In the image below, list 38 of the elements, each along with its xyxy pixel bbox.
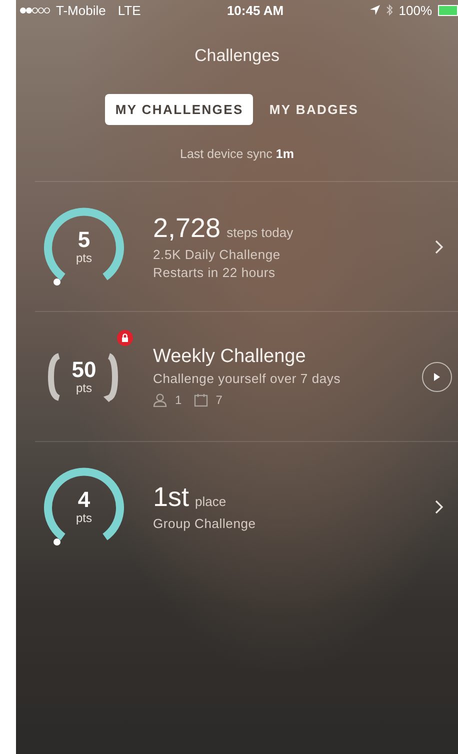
- challenge-value-unit: steps today: [226, 225, 294, 240]
- carrier-name: T-Mobile: [56, 2, 106, 18]
- challenge-value-unit: place: [195, 494, 226, 509]
- person-icon: [153, 393, 167, 407]
- challenge-detail: Group Challenge: [153, 516, 257, 531]
- play-button[interactable]: [422, 362, 452, 392]
- points-value: 5: [78, 228, 90, 250]
- bluetooth-icon: [386, 4, 393, 16]
- participant-count: 1: [175, 393, 182, 407]
- points-unit: pts: [76, 510, 92, 524]
- challenge-title: Weekly Challenge: [153, 346, 307, 368]
- points-value: 4: [78, 488, 90, 510]
- chevron-right-icon[interactable]: [434, 238, 444, 254]
- challenge-row[interactable]: 5 pts 2,728 steps today 2.5K Daily Challenge Restarts in 22 hours: [35, 181, 458, 311]
- screen-title: Challenges: [193, 46, 281, 66]
- points-value: 50: [72, 358, 96, 380]
- location-arrow-icon: [370, 5, 380, 15]
- signal-icon: [20, 6, 50, 14]
- play-icon: [433, 372, 441, 382]
- challenge-subtitle: Challenge yourself over 7 days: [153, 371, 342, 386]
- network-type: LTE: [118, 2, 141, 18]
- challenge-value: 2,728: [153, 213, 221, 244]
- sync-status: Last device sync 1m: [179, 147, 295, 161]
- points-unit: pts: [76, 250, 92, 264]
- calendar-icon: [194, 393, 208, 407]
- challenge-detail: 2.5K Daily Challenge: [153, 247, 282, 262]
- challenge-row[interactable]: 4 pts 1st place Group Challenge: [35, 441, 458, 571]
- chevron-right-icon[interactable]: [434, 498, 444, 514]
- tab[interactable]: MY CHALLENGES: [105, 94, 254, 125]
- challenge-row[interactable]: 50 pts Weekly Challenge Challenge yourself over 7 days 1 7: [35, 311, 458, 441]
- battery-percent: 100%: [398, 2, 432, 18]
- battery-icon: [438, 4, 458, 16]
- challenge-detail: Restarts in 22 hours: [153, 265, 276, 280]
- challenge-value: 1st: [153, 482, 190, 513]
- status-time: 10:45 AM: [226, 2, 284, 18]
- day-count: 7: [216, 393, 222, 407]
- tab[interactable]: MY BADGES: [259, 94, 369, 125]
- points-unit: pts: [76, 380, 92, 394]
